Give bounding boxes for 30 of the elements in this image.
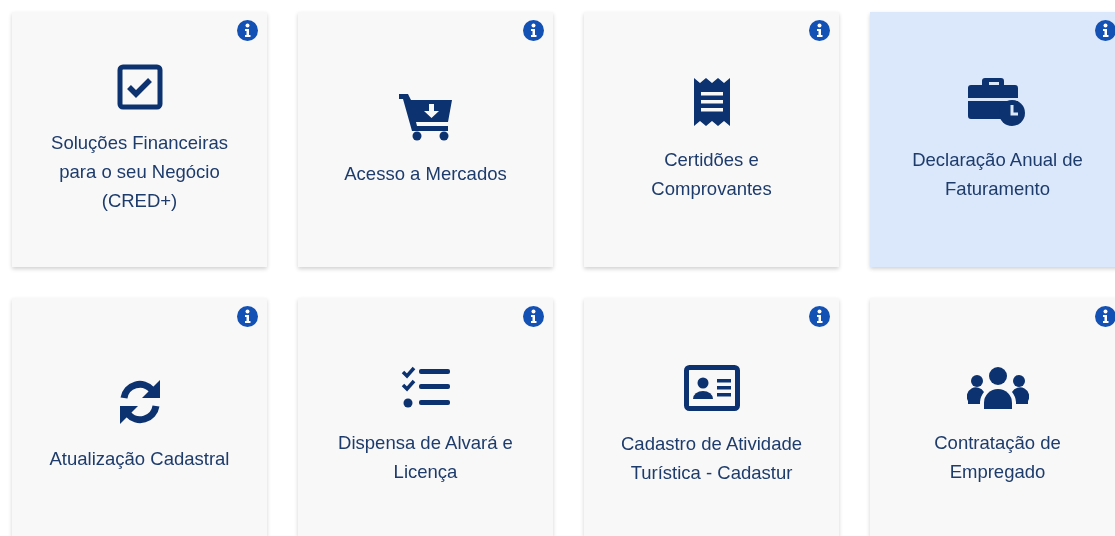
info-icon[interactable] — [237, 20, 258, 41]
checklist-icon — [400, 365, 451, 410]
receipt-icon — [692, 76, 731, 127]
info-icon[interactable] — [523, 20, 544, 41]
service-card[interactable]: Acesso a Mercados — [298, 12, 553, 267]
cart-icon — [397, 91, 454, 141]
card-title: Dispensa de Alvará e Licença — [337, 430, 514, 484]
card-title: Declaração Anual de Faturamento — [911, 147, 1084, 201]
card-title: Atualização Cadastral — [48, 447, 231, 471]
service-card[interactable]: Contratação de Empregado — [870, 298, 1115, 536]
service-card[interactable]: Soluções Financeiras para o seu Negócio (CRED+) — [12, 12, 267, 267]
info-icon[interactable] — [523, 306, 544, 327]
id-card-icon — [683, 364, 740, 411]
service-card[interactable]: Certidões e Comprovantes — [584, 12, 839, 267]
card-title: Cadastro de Atividade Turística - Cadastur — [620, 431, 803, 485]
info-icon[interactable] — [809, 306, 830, 327]
card-title: Soluções Financeiras para o seu Negócio (CRED+) — [50, 131, 229, 213]
info-icon[interactable] — [1095, 20, 1115, 41]
service-card[interactable]: Dispensa de Alvará e Licença — [298, 298, 553, 536]
service-card[interactable]: Cadastro de Atividade Turística - Cadastur — [584, 298, 839, 536]
info-icon[interactable] — [809, 20, 830, 41]
card-title: Contratação de Empregado — [933, 430, 1062, 484]
card-title: Acesso a Mercados — [343, 162, 508, 186]
info-icon[interactable] — [1095, 306, 1115, 327]
card-title: Certidões e Comprovantes — [650, 147, 773, 201]
users-icon — [966, 365, 1029, 410]
service-card[interactable]: Declaração Anual de Faturamento — [870, 12, 1115, 267]
checkbox-icon — [116, 64, 163, 110]
service-card[interactable]: Atualização Cadastral — [12, 298, 267, 536]
info-icon[interactable] — [237, 306, 258, 327]
